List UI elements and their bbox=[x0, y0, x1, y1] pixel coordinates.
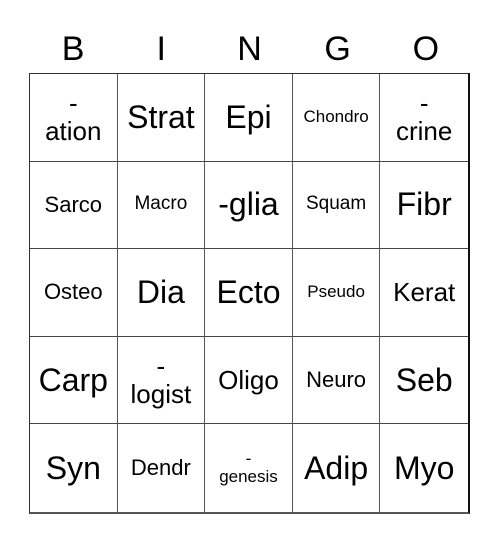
bingo-cell[interactable]: - crine bbox=[380, 74, 468, 162]
header-letter-i: I bbox=[156, 30, 166, 68]
bingo-cell[interactable]: - ation bbox=[30, 74, 118, 162]
bingo-cell[interactable]: Macro bbox=[117, 161, 206, 250]
header-letter-b: B bbox=[61, 30, 85, 68]
header-letter-g: G bbox=[324, 30, 351, 68]
bingo-cell[interactable]: Dendr bbox=[118, 424, 206, 512]
cell-text: - crine bbox=[396, 87, 453, 147]
cell-text: Dia bbox=[136, 273, 185, 310]
cell-text: Kerat bbox=[393, 277, 456, 308]
cell-text: Osteo bbox=[43, 279, 103, 305]
bingo-cell[interactable]: -glia bbox=[205, 161, 293, 250]
bingo-cell[interactable]: Dia bbox=[117, 249, 206, 337]
cell-text: Squam bbox=[305, 193, 367, 215]
cell-text: Syn bbox=[45, 449, 101, 486]
bingo-cell[interactable]: Osteo bbox=[30, 249, 118, 337]
bingo-cell[interactable]: Syn bbox=[30, 424, 118, 512]
cell-text: Sarco bbox=[44, 191, 103, 217]
bingo-cell[interactable]: - logist bbox=[117, 336, 206, 425]
cell-text: Ecto bbox=[216, 273, 281, 310]
bingo-cell[interactable]: Chondro bbox=[292, 74, 381, 162]
cell-text: Chondro bbox=[303, 106, 369, 126]
cell-text: Dendr bbox=[130, 455, 191, 481]
bingo-header: B I N G O bbox=[29, 26, 470, 72]
bingo-cell[interactable]: Myo bbox=[380, 424, 468, 512]
bingo-cell[interactable]: Fibr bbox=[380, 162, 468, 250]
cell-text: Myo bbox=[393, 449, 455, 486]
bingo-cell[interactable]: Squam bbox=[292, 161, 381, 250]
bingo-cell[interactable]: Ecto bbox=[205, 249, 293, 337]
cell-text: Pseudo bbox=[307, 282, 365, 302]
cell-text: - logist bbox=[130, 350, 192, 410]
cell-text: Oligo bbox=[218, 364, 279, 395]
header-letter-n: N bbox=[237, 30, 262, 68]
cell-text: Strat bbox=[127, 98, 195, 135]
bingo-cell[interactable]: Oligo bbox=[205, 336, 293, 425]
cell-text: - genesis bbox=[219, 448, 278, 487]
cell-text: Seb bbox=[395, 361, 453, 398]
bingo-cell[interactable]: Strat bbox=[117, 74, 206, 162]
bingo-cell[interactable]: Neuro bbox=[292, 336, 381, 425]
bingo-cell[interactable]: Kerat bbox=[380, 249, 468, 337]
bingo-cell[interactable]: Carp bbox=[30, 336, 118, 425]
header-letter-o: O bbox=[412, 30, 440, 68]
cell-text: Fibr bbox=[396, 186, 452, 223]
cell-text: Neuro bbox=[306, 367, 367, 392]
bingo-cell[interactable]: - genesis bbox=[205, 424, 293, 512]
cell-text: -glia bbox=[218, 186, 279, 223]
cell-text: Macro bbox=[134, 193, 188, 215]
bingo-cell[interactable]: Pseudo bbox=[292, 249, 381, 337]
cell-text: - ation bbox=[45, 87, 102, 147]
cell-text: Carp bbox=[38, 361, 108, 398]
bingo-cell[interactable]: Sarco bbox=[30, 161, 118, 250]
bingo-cell[interactable]: Epi bbox=[205, 74, 293, 162]
bingo-cell[interactable]: Seb bbox=[380, 337, 468, 425]
cell-text: Adip bbox=[304, 449, 369, 486]
bingo-cell[interactable]: Adip bbox=[293, 424, 381, 512]
bingo-grid: - ation Strat Epi Chondro - crine Sarco … bbox=[29, 73, 470, 514]
cell-text: Epi bbox=[225, 98, 272, 135]
